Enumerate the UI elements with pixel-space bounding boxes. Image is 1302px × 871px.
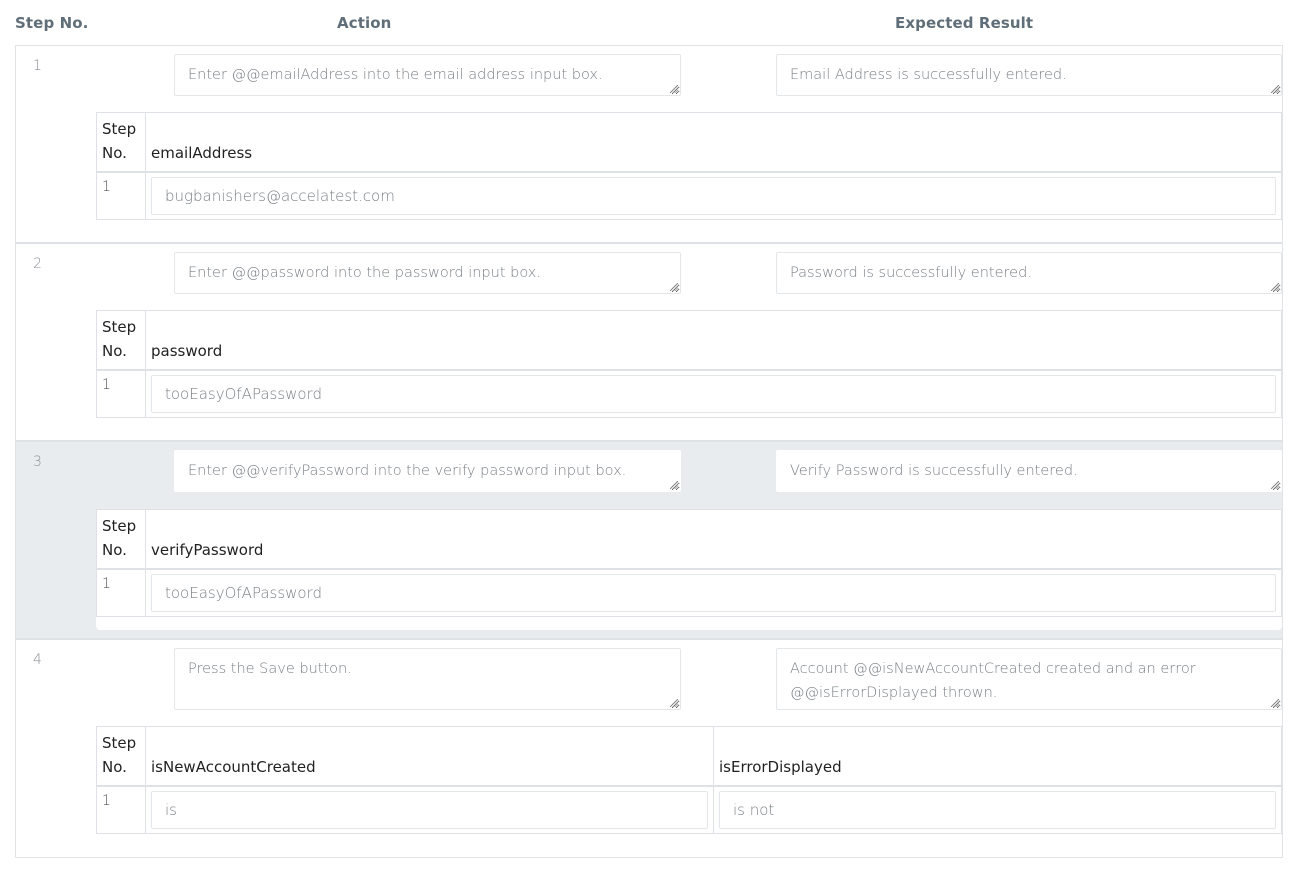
resize-grip-icon[interactable] <box>670 283 678 291</box>
steps-table-header: Step No. Action Expected Result <box>0 0 1302 46</box>
header-step-no: Step No. <box>15 14 89 32</box>
param-header-step-no: Step No. <box>96 509 146 570</box>
param-header: verifyPassword <box>145 509 1282 570</box>
action-textarea[interactable]: Press the Save button. <box>174 648 681 710</box>
param-row: 1 bugbanishers@accelatest.com <box>96 171 1282 220</box>
action-textarea[interactable]: Enter @@password into the password input… <box>174 252 681 294</box>
param-value-input[interactable]: tooEasyOfAPassword <box>151 375 1276 413</box>
step-number: 3 <box>33 454 42 470</box>
param-header: emailAddress <box>145 112 1282 173</box>
param-row-step: 1 <box>96 369 146 418</box>
action-textarea[interactable]: Enter @@emailAddress into the email addr… <box>174 54 681 96</box>
param-header: password <box>145 310 1282 371</box>
step-row-selected[interactable]: 3 Enter @@verifyPassword into the verify… <box>16 442 1282 640</box>
param-header-step-no: Step No. <box>96 112 146 173</box>
param-row: 1 is is not <box>96 785 1282 834</box>
action-text: Enter @@emailAddress into the email addr… <box>188 67 603 83</box>
expected-result-textarea[interactable]: Email Address is successfully entered. <box>776 54 1282 96</box>
resize-grip-icon[interactable] <box>1271 481 1279 489</box>
steps-list: 1 Enter @@emailAddress into the email ad… <box>15 45 1283 858</box>
resize-grip-icon[interactable] <box>670 85 678 93</box>
step-number: 4 <box>33 652 42 668</box>
header-expected-result: Expected Result <box>895 14 1034 32</box>
param-value-input[interactable]: is not <box>719 791 1276 829</box>
param-value-input[interactable]: bugbanishers@accelatest.com <box>151 177 1276 215</box>
step-number: 2 <box>33 256 42 272</box>
parameter-table: Step No. password 1 tooEasyOfAPassword <box>96 310 1282 418</box>
action-text: Enter @@password into the password input… <box>188 265 541 281</box>
param-header: isNewAccountCreated <box>145 726 714 787</box>
param-value-input[interactable]: is <box>151 791 708 829</box>
param-header-step-no: Step No. <box>96 310 146 371</box>
param-row: 1 tooEasyOfAPassword <box>96 568 1282 617</box>
param-header: isErrorDisplayed <box>713 726 1282 787</box>
param-row-step: 1 <box>96 568 146 617</box>
resize-grip-icon[interactable] <box>1271 699 1279 707</box>
resize-grip-icon[interactable] <box>670 699 678 707</box>
resize-grip-icon[interactable] <box>1271 85 1279 93</box>
step-row[interactable]: 2 Enter @@password into the password inp… <box>16 244 1282 442</box>
step-row[interactable]: 4 Press the Save button. Account @@isNew… <box>16 640 1282 857</box>
expected-result-textarea[interactable]: Password is successfully entered. <box>776 252 1282 294</box>
param-header-step-no: Step No. <box>96 726 146 787</box>
expected-text: Verify Password is successfully entered. <box>790 463 1078 479</box>
resize-grip-icon[interactable] <box>670 481 678 489</box>
param-row-step: 1 <box>96 171 146 220</box>
parameter-table: Step No. verifyPassword 1 tooEasyOfAPassw… <box>96 509 1282 630</box>
parameter-table: Step No. isNewAccountCreated isErrorDispl… <box>96 726 1282 834</box>
action-textarea[interactable]: Enter @@verifyPassword into the verify p… <box>174 450 681 492</box>
param-row-step: 1 <box>96 785 146 834</box>
parameter-table: Step No. emailAddress 1 bugbanishers@acce… <box>96 112 1282 220</box>
action-text: Press the Save button. <box>188 661 352 677</box>
step-row[interactable]: 1 Enter @@emailAddress into the email ad… <box>16 46 1282 244</box>
action-text: Enter @@verifyPassword into the verify p… <box>188 463 627 479</box>
header-action: Action <box>337 14 392 32</box>
resize-grip-icon[interactable] <box>1271 283 1279 291</box>
expected-text: Password is successfully entered. <box>790 265 1032 281</box>
expected-result-textarea[interactable]: Verify Password is successfully entered. <box>776 450 1282 492</box>
param-value-input[interactable]: tooEasyOfAPassword <box>151 574 1276 612</box>
param-row: 1 tooEasyOfAPassword <box>96 369 1282 418</box>
expected-text: Account @@isNewAccountCreated created an… <box>790 661 1196 701</box>
step-number: 1 <box>33 58 42 74</box>
expected-text: Email Address is successfully entered. <box>790 67 1067 83</box>
expected-result-textarea[interactable]: Account @@isNewAccountCreated created an… <box>776 648 1282 710</box>
